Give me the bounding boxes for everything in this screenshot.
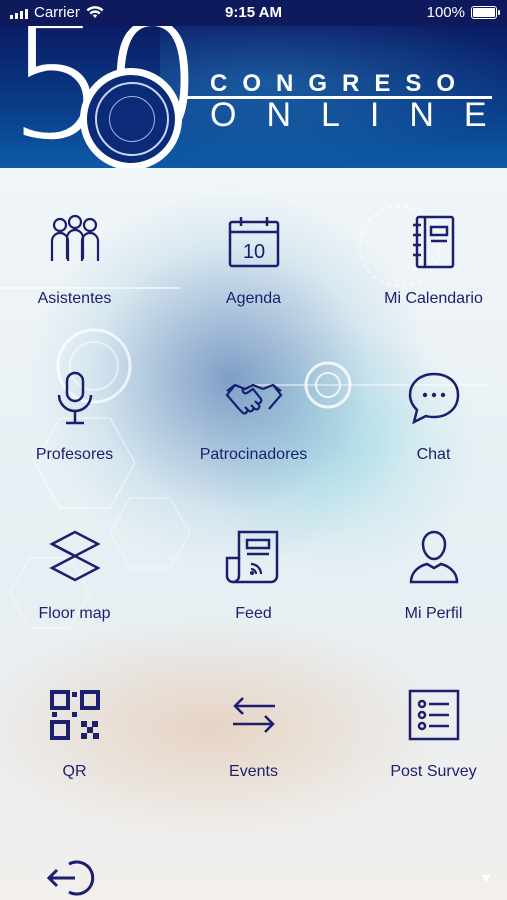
menu-tile-agenda[interactable]: 10 Agenda xyxy=(169,213,338,353)
banner-title-line2: ONLINE xyxy=(210,96,507,134)
survey-list-icon xyxy=(405,686,463,749)
qr-code-icon xyxy=(46,686,104,749)
scroll-down-indicator[interactable]: ▼ xyxy=(479,870,493,886)
menu-tile-mi-calendario[interactable]: Mi Calendario xyxy=(349,213,507,353)
menu-tile-events[interactable]: Events xyxy=(169,686,338,826)
battery-icon xyxy=(471,6,500,19)
menu-tile-label: Events xyxy=(229,763,278,780)
menu-tile-label: Patrocinadores xyxy=(199,446,308,463)
menu-tile-label: Post Survey xyxy=(390,763,477,780)
menu-tile-label: Asistentes xyxy=(37,290,112,307)
logout-icon[interactable] xyxy=(45,856,105,900)
menu-tile-label: Profesores xyxy=(35,446,114,463)
calendar-icon: 10 xyxy=(225,213,283,276)
battery-indicator: 100% xyxy=(426,4,500,21)
menu-tile-label: Mi Calendario xyxy=(384,290,483,307)
menu-tile-floor-map[interactable]: Floor map xyxy=(0,528,159,668)
menu-tile-label: QR xyxy=(62,763,87,780)
menu-area: Asistentes 10 Agenda Mi Calendario Profes… xyxy=(0,168,507,900)
battery-percent: 100% xyxy=(426,4,465,21)
federation-seal-logo xyxy=(95,82,169,156)
people-icon xyxy=(46,213,104,276)
news-feed-icon xyxy=(225,528,283,591)
banner-title-line1: CONGRESO xyxy=(210,70,471,97)
swap-arrows-icon xyxy=(225,686,283,749)
menu-tile-label: Floor map xyxy=(38,605,111,622)
menu-tile-qr[interactable]: QR xyxy=(0,686,159,826)
menu-tile-label: Mi Perfil xyxy=(404,605,463,622)
menu-tile-label: Chat xyxy=(416,446,451,463)
user-icon xyxy=(405,528,463,591)
menu-tile-label: Feed xyxy=(235,605,272,622)
chat-bubble-icon xyxy=(405,369,463,432)
status-bar: Carrier 9:15 AM 100% xyxy=(0,0,507,26)
congress-banner: 50 CONGRESO ONLINE xyxy=(0,26,507,168)
menu-tile-mi-perfil[interactable]: Mi Perfil xyxy=(349,528,507,668)
menu-tile-post-survey[interactable]: Post Survey xyxy=(349,686,507,826)
layers-icon xyxy=(46,528,104,591)
svg-text:10: 10 xyxy=(242,241,264,263)
menu-tile-profesores[interactable]: Profesores xyxy=(0,369,159,509)
microphone-icon xyxy=(46,369,104,432)
handshake-icon xyxy=(225,369,283,432)
menu-tile-label: Agenda xyxy=(225,290,282,307)
menu-tile-chat[interactable]: Chat xyxy=(349,369,507,509)
menu-tile-feed[interactable]: Feed xyxy=(169,528,338,668)
menu-tile-patrocinadores[interactable]: Patrocinadores xyxy=(169,369,338,509)
menu-tile-asistentes[interactable]: Asistentes xyxy=(0,213,159,353)
notebook-icon xyxy=(405,213,463,276)
